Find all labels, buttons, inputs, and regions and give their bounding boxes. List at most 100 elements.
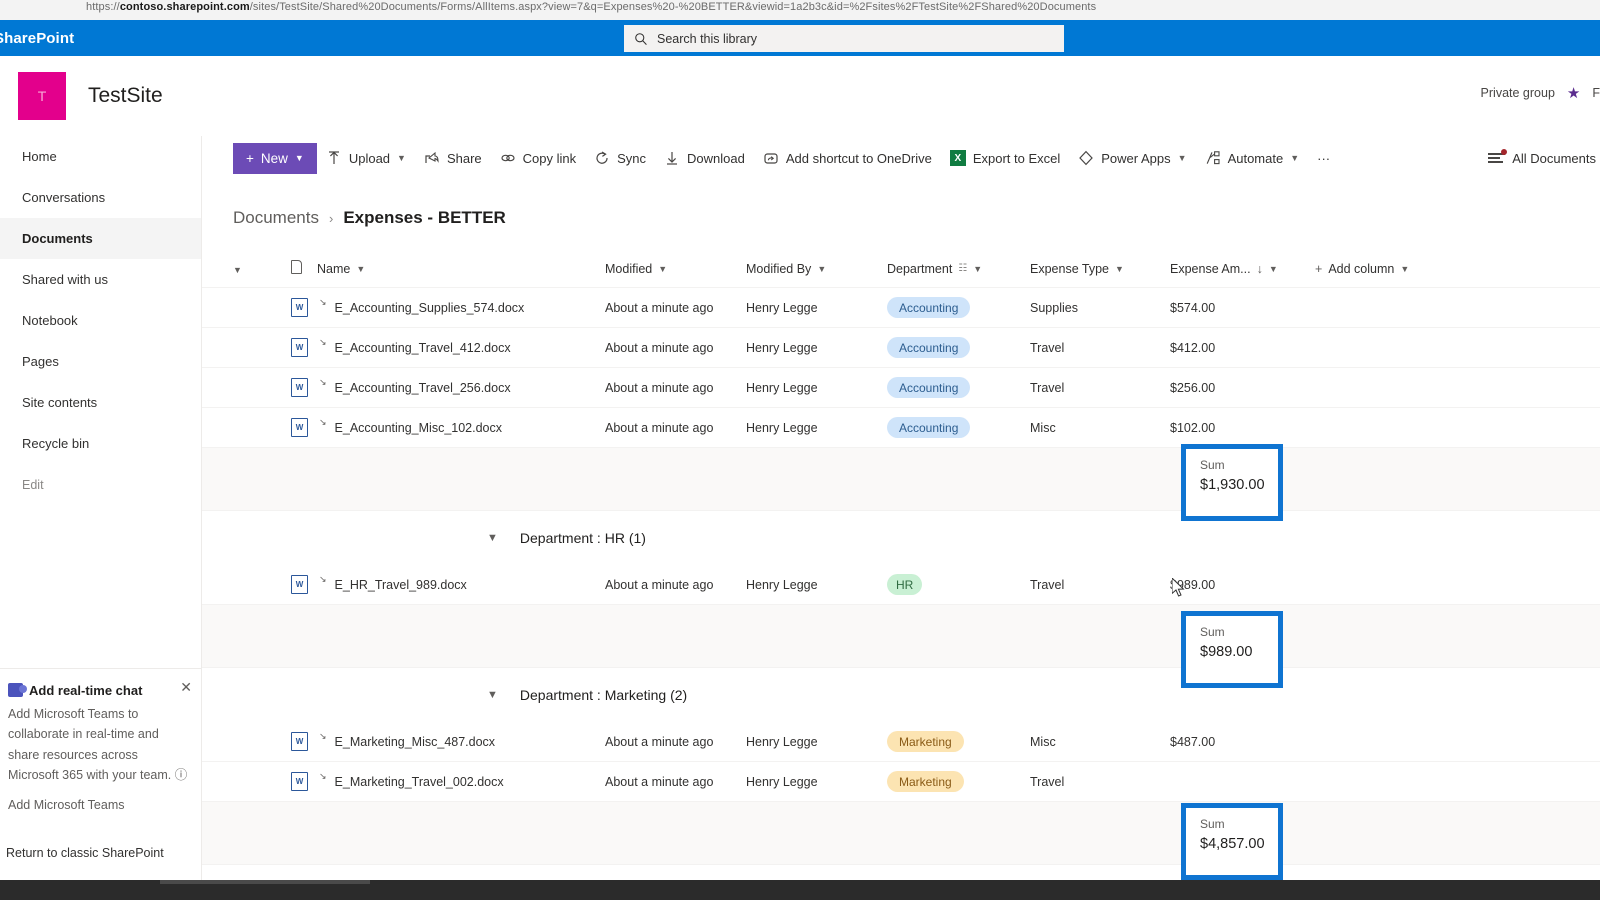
cell-modified: About a minute ago bbox=[605, 420, 714, 435]
sum-highlight-accounting: Sum $1,930.00 bbox=[1181, 444, 1283, 521]
upload-label: Upload bbox=[348, 150, 391, 166]
sum-label: Sum bbox=[1200, 817, 1225, 831]
file-name[interactable]: E_Marketing_Misc_487.docx bbox=[335, 735, 496, 749]
powerapps-icon bbox=[1079, 150, 1094, 166]
breadcrumb: Documents › Expenses - BETTER bbox=[202, 180, 1600, 228]
file-type-column-header[interactable] bbox=[291, 260, 317, 277]
metadata-indicator-icon: ↘ bbox=[319, 731, 327, 741]
follow-label[interactable]: F bbox=[1592, 86, 1600, 100]
cell-department: Marketing bbox=[887, 731, 1030, 752]
site-logo[interactable]: T bbox=[18, 72, 66, 120]
search-input[interactable]: Search this library bbox=[624, 25, 1064, 52]
view-selector[interactable]: All Documents bbox=[1488, 136, 1600, 180]
file-name[interactable]: E_Marketing_Travel_002.docx bbox=[335, 775, 504, 789]
share-button[interactable]: Share bbox=[415, 136, 491, 180]
chevron-down-icon[interactable]: ▼ bbox=[487, 532, 498, 544]
suite-bar: SharePoint Search this library bbox=[0, 20, 1600, 56]
sidebar-item-notebook[interactable]: Notebook bbox=[0, 300, 201, 341]
chevron-down-icon: ▼ bbox=[1177, 153, 1187, 163]
column-header-expense-type[interactable]: Expense Type ▼ bbox=[1030, 262, 1170, 276]
site-header-actions: Private group ★ F bbox=[1481, 84, 1600, 102]
sidebar-item-recycle-bin[interactable]: Recycle bin bbox=[0, 423, 201, 464]
group-summary-row bbox=[202, 802, 1600, 865]
cell-expense-amount: $256.00 bbox=[1170, 380, 1216, 395]
sidebar-item-home[interactable]: Home bbox=[0, 136, 201, 177]
cell-expense-type: Travel bbox=[1030, 380, 1065, 395]
teams-promo-body: Add Microsoft Teams to collaborate in re… bbox=[8, 706, 188, 783]
file-name[interactable]: E_Accounting_Supplies_574.docx bbox=[335, 301, 525, 315]
cell-expense-type: Travel bbox=[1030, 577, 1065, 592]
power-apps-button[interactable]: Power Apps ▼ bbox=[1069, 136, 1195, 180]
overflow-menu-button[interactable]: ··· bbox=[1308, 136, 1339, 180]
sharepoint-brand[interactable]: SharePoint bbox=[0, 30, 74, 47]
return-to-classic-sharepoint-link[interactable]: Return to classic SharePoint bbox=[6, 846, 164, 860]
view-modified-dot bbox=[1501, 149, 1508, 155]
column-header-modified[interactable]: Modified ▼ bbox=[605, 262, 746, 276]
chevron-down-icon[interactable]: ▼ bbox=[487, 689, 498, 701]
table-row[interactable]: W ↘ E_Accounting_Supplies_574.docx About… bbox=[202, 288, 1600, 328]
add-column-button[interactable]: + Add column ▼ bbox=[1315, 262, 1409, 276]
sync-button[interactable]: Sync bbox=[585, 136, 655, 180]
table-row[interactable]: W ↘ E_Accounting_Misc_102.docx About a m… bbox=[202, 408, 1600, 448]
word-file-icon: W bbox=[291, 338, 308, 357]
automate-button[interactable]: Automate ▼ bbox=[1196, 136, 1309, 180]
word-file-icon: W bbox=[291, 418, 308, 437]
table-row[interactable]: W ↘ E_Marketing_Misc_487.docx About a mi… bbox=[202, 722, 1600, 762]
file-name[interactable]: E_HR_Travel_989.docx bbox=[335, 578, 467, 592]
cell-modified-by: Henry Legge bbox=[746, 420, 818, 435]
sidebar-item-shared-with-us[interactable]: Shared with us bbox=[0, 259, 201, 300]
sidebar-item-pages[interactable]: Pages bbox=[0, 341, 201, 382]
grouped-column-icon: ☷ bbox=[958, 263, 968, 274]
sidebar-item-edit[interactable]: Edit bbox=[0, 464, 201, 505]
add-microsoft-teams-link[interactable]: Add Microsoft Teams bbox=[8, 798, 188, 812]
group-header-hr[interactable]: ▼ Department : HR (1) bbox=[202, 511, 1600, 565]
export-to-excel-button[interactable]: X Export to Excel bbox=[941, 136, 1069, 180]
breadcrumb-documents[interactable]: Documents bbox=[233, 208, 319, 228]
cell-expense-amount: $487.00 bbox=[1170, 734, 1216, 749]
teams-icon bbox=[8, 683, 27, 697]
export-to-excel-label: Export to Excel bbox=[972, 150, 1061, 166]
table-row[interactable]: W ↘ E_Marketing_Travel_002.docx About a … bbox=[202, 762, 1600, 802]
site-header: T TestSite Private group ★ F bbox=[0, 56, 1600, 136]
upload-icon bbox=[328, 151, 339, 164]
sidebar-item-site-contents[interactable]: Site contents bbox=[0, 382, 201, 423]
file-name[interactable]: E_Accounting_Misc_102.docx bbox=[335, 421, 502, 435]
group-header-marketing[interactable]: ▼ Department : Marketing (2) bbox=[202, 668, 1600, 722]
sidebar-item-documents[interactable]: Documents bbox=[0, 218, 201, 259]
add-shortcut-to-onedrive-button[interactable]: Add shortcut to OneDrive bbox=[754, 136, 941, 180]
cell-expense-amount: $989.00 bbox=[1170, 577, 1216, 592]
sidebar-item-conversations[interactable]: Conversations bbox=[0, 177, 201, 218]
browser-url-bar[interactable]: https://contoso.sharepoint.com/sites/Tes… bbox=[0, 0, 1600, 20]
sum-value: $4,857.00 bbox=[1200, 836, 1265, 852]
select-all-chevron[interactable]: ▼ bbox=[233, 262, 291, 276]
cell-modified-by: Henry Legge bbox=[746, 300, 818, 315]
star-icon[interactable]: ★ bbox=[1567, 84, 1580, 102]
cell-expense-type: Supplies bbox=[1030, 300, 1078, 315]
column-header-expense-amount[interactable]: Expense Am... ↓ ▼ bbox=[1170, 262, 1315, 276]
table-row[interactable]: W ↘ E_Accounting_Travel_256.docx About a… bbox=[202, 368, 1600, 408]
info-icon[interactable]: ⓘ bbox=[175, 768, 188, 782]
cell-expense-type: Misc bbox=[1030, 420, 1056, 435]
file-name[interactable]: E_Accounting_Travel_256.docx bbox=[335, 381, 511, 395]
sum-value: $989.00 bbox=[1200, 644, 1253, 660]
copy-link-button[interactable]: Copy link bbox=[491, 136, 585, 180]
upload-button[interactable]: Upload ▼ bbox=[317, 136, 415, 180]
column-header-modified-by[interactable]: Modified By ▼ bbox=[746, 262, 887, 276]
file-name[interactable]: E_Accounting_Travel_412.docx bbox=[335, 341, 511, 355]
automate-icon bbox=[1206, 151, 1220, 165]
column-header-department[interactable]: Department ☷ ▼ bbox=[887, 262, 1030, 276]
table-row[interactable]: W ↘ E_HR_Travel_989.docx About a minute … bbox=[202, 565, 1600, 605]
download-button[interactable]: Download bbox=[655, 136, 754, 180]
cell-modified: About a minute ago bbox=[605, 577, 714, 592]
cell-department: Marketing bbox=[887, 771, 1030, 792]
command-bar: + New ▼ Upload ▼ Share Copy link Sync Do… bbox=[202, 136, 1600, 180]
new-button[interactable]: + New ▼ bbox=[233, 142, 317, 174]
taskbar-item[interactable] bbox=[160, 880, 370, 884]
close-icon[interactable]: ✕ bbox=[180, 679, 192, 696]
table-row[interactable]: W ↘ E_Accounting_Travel_412.docx About a… bbox=[202, 328, 1600, 368]
add-shortcut-label: Add shortcut to OneDrive bbox=[785, 150, 932, 166]
cell-department: Accounting bbox=[887, 297, 1030, 318]
cell-modified-by: Henry Legge bbox=[746, 340, 818, 355]
sync-label: Sync bbox=[617, 150, 647, 166]
column-header-name[interactable]: Name ▼ bbox=[317, 262, 605, 276]
